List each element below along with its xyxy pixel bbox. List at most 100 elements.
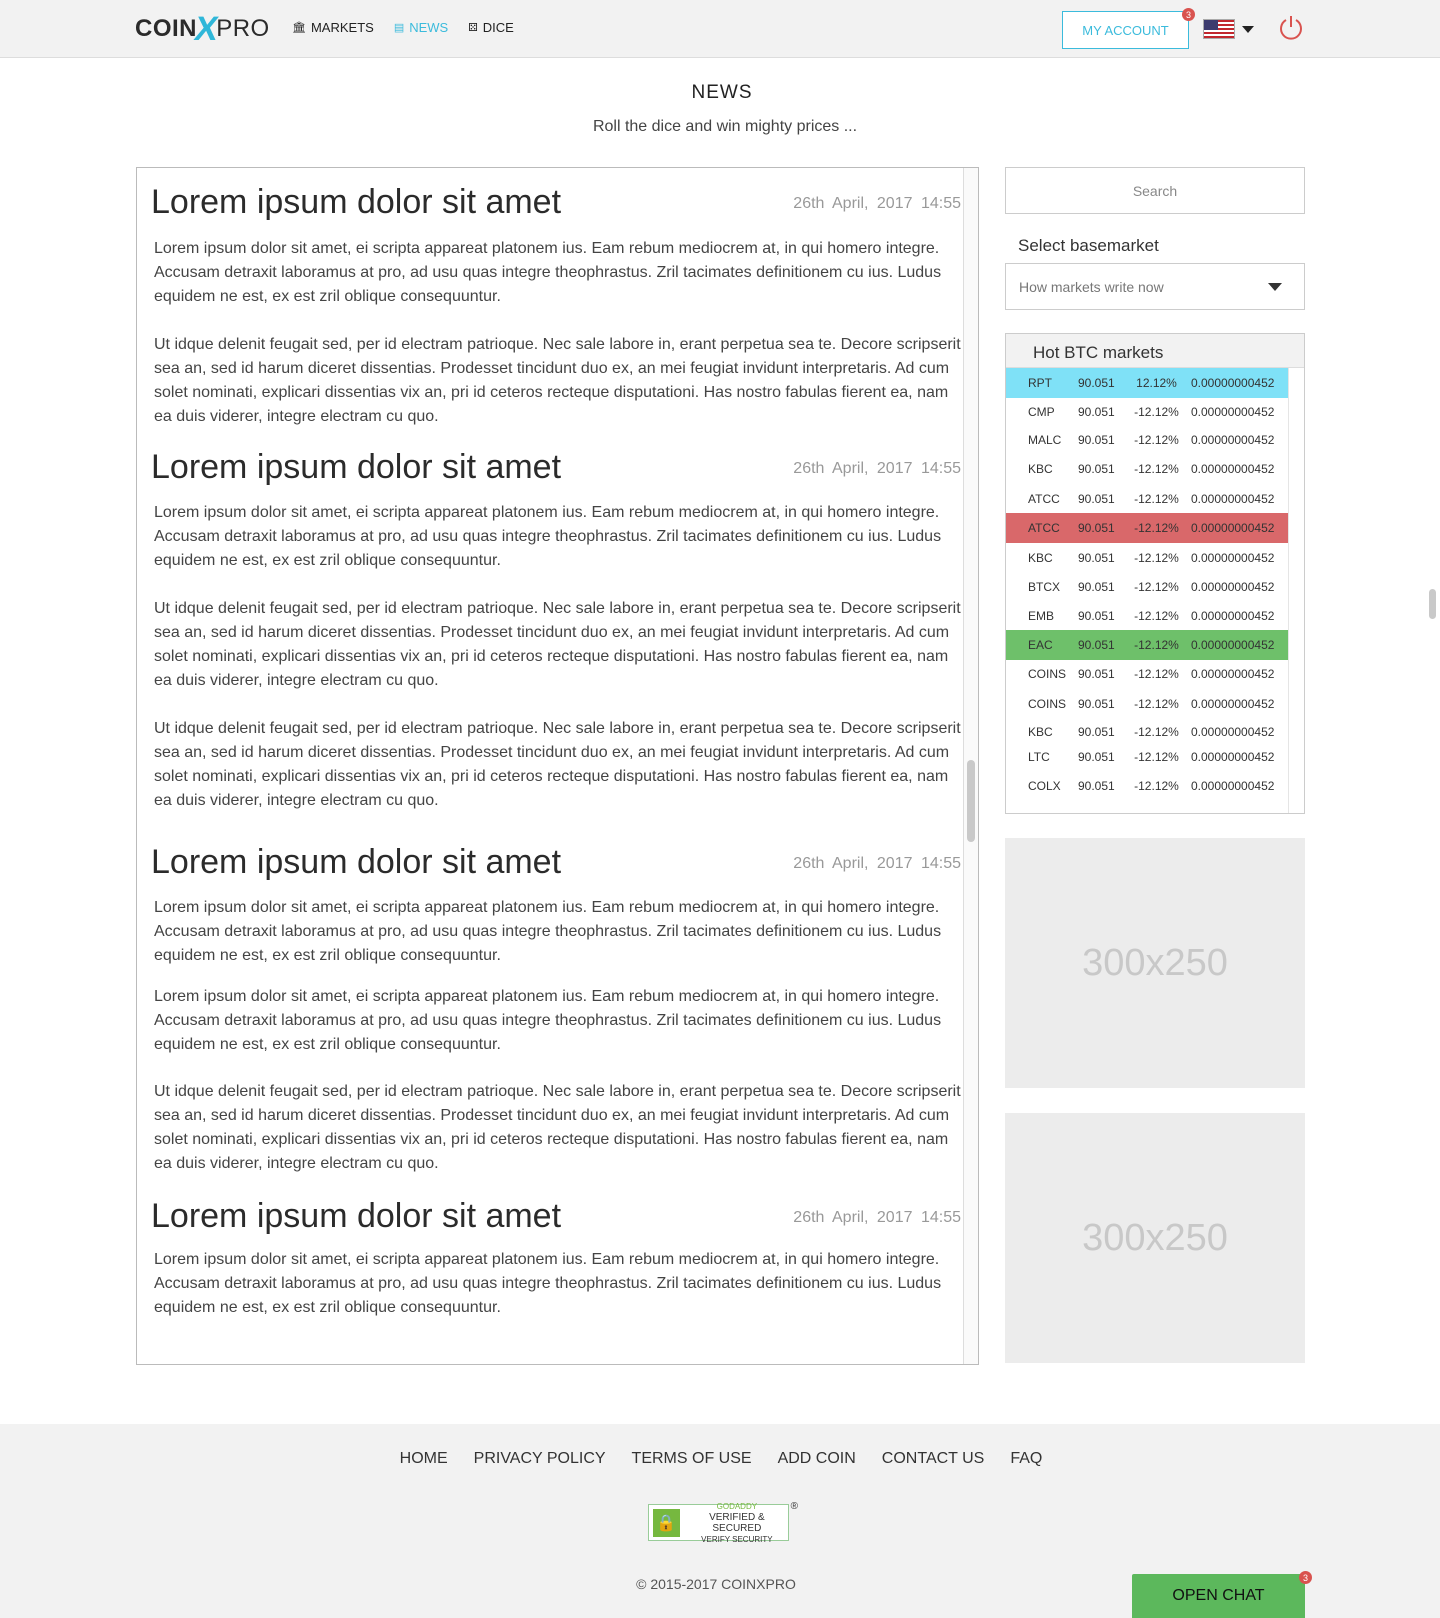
market-volume: 0.00000000452	[1191, 462, 1275, 476]
footer-link-home[interactable]: HOME	[400, 1450, 448, 1468]
nav-news-label: NEWS	[409, 20, 449, 35]
market-row[interactable]: EAC 90.051 -12.12% 0.00000000452	[1006, 630, 1288, 660]
market-price: 90.051	[1078, 779, 1115, 793]
basemarket-label: Select basemarket	[1018, 236, 1159, 255]
lock-icon: 🔒	[653, 1508, 680, 1537]
search-input[interactable]: Search	[1005, 167, 1305, 214]
power-icon[interactable]	[1278, 15, 1304, 41]
footer-link-faq[interactable]: FAQ	[1010, 1450, 1042, 1468]
news-panel: Lorem ipsum dolor sit amet 26th April, 2…	[136, 167, 979, 1365]
market-price: 90.051	[1078, 433, 1115, 447]
main-nav: 🏛 MARKETS ▤ NEWS ⚄ DICE	[292, 20, 514, 35]
my-account-button[interactable]: MY ACCOUNT 3	[1062, 8, 1195, 49]
hot-markets-scrollbar[interactable]	[1288, 368, 1304, 813]
hot-markets-panel: Hot BTC markets RPT 90.051 12.12% 0.0000000…	[1005, 333, 1305, 814]
market-row[interactable]: LTC 90.051 -12.12% 0.00000000452	[1006, 742, 1288, 772]
market-row[interactable]: COINS 90.051 -12.12% 0.00000000452	[1006, 659, 1288, 689]
market-volume: 0.00000000452	[1191, 492, 1275, 506]
news-article: Lorem ipsum dolor sit amet 26th April, 2…	[151, 1197, 961, 1236]
market-row[interactable]: COLX 90.051 -12.12% 0.00000000452	[1006, 771, 1288, 801]
nav-markets-label: MARKETS	[310, 20, 374, 35]
market-row[interactable]: COINS 90.051 -12.12% 0.00000000452	[1006, 689, 1288, 719]
market-price: 90.051	[1078, 521, 1115, 535]
market-change: -12.12%	[1134, 433, 1179, 447]
market-symbol: COINS	[1028, 697, 1067, 711]
footer-link-privacy[interactable]: PRIVACY POLICY	[474, 1450, 606, 1468]
godaddy-security-seal[interactable]: 🔒 GODADDY VERIFIED & SECURED VERIFY SECU…	[648, 1501, 798, 1544]
market-row[interactable]: EMB 90.051 -12.12% 0.00000000452	[1006, 601, 1288, 631]
market-change: -12.12%	[1134, 750, 1179, 764]
my-account-label: MY ACCOUNT	[1082, 22, 1169, 38]
market-row[interactable]: MALC 90.051 -12.12% 0.00000000452	[1006, 425, 1288, 455]
market-change: -12.12%	[1134, 667, 1179, 681]
nav-news[interactable]: ▤ NEWS	[394, 20, 448, 35]
market-price: 90.051	[1078, 462, 1115, 476]
article-paragraph: Lorem ipsum dolor sit amet, ei scripta a…	[154, 1251, 942, 1316]
market-volume: 0.00000000452	[1191, 750, 1275, 764]
market-change: -12.12%	[1134, 580, 1179, 594]
us-flag-icon[interactable]	[1203, 19, 1235, 39]
market-volume: 0.00000000452	[1191, 376, 1275, 390]
ad-placeholder[interactable]: 300x250	[1005, 838, 1305, 1088]
article-paragraph: Ut idque delenit feugait sed, per id ele…	[154, 1083, 961, 1172]
market-row[interactable]: BTCX 90.051 -12.12% 0.00000000452	[1006, 572, 1288, 602]
footer-link-terms[interactable]: TERMS OF USE	[632, 1450, 752, 1468]
market-symbol: EMB	[1028, 609, 1055, 623]
market-change: -12.12%	[1134, 779, 1179, 793]
ad-placeholder[interactable]: 300x250	[1005, 1113, 1305, 1363]
hot-markets-title: Hot BTC markets	[1006, 334, 1304, 368]
market-price: 90.051	[1078, 492, 1115, 506]
market-row[interactable]: KBC 90.051 -12.12% 0.00000000452	[1006, 454, 1288, 484]
seal-line1: VERIFIED & SECURED	[709, 1511, 765, 1534]
market-volume: 0.00000000452	[1191, 433, 1275, 447]
top-navbar: COIN X PRO 🏛 MARKETS ▤ NEWS ⚄ DICE MY AC…	[0, 0, 1440, 58]
market-volume: 0.00000000452	[1191, 667, 1275, 681]
market-row[interactable]: ATCC 90.051 -12.12% 0.00000000452	[1006, 513, 1288, 543]
news-scrollbar-thumb[interactable]	[967, 760, 975, 842]
chat-notification-badge: 3	[1299, 1571, 1312, 1584]
market-change: -12.12%	[1134, 492, 1179, 506]
market-symbol: COINS	[1028, 667, 1067, 681]
registered-mark: ®	[790, 1501, 798, 1512]
market-change: -12.12%	[1134, 551, 1179, 565]
footer-link-contact[interactable]: CONTACT US	[882, 1450, 985, 1468]
market-price: 90.051	[1078, 667, 1115, 681]
market-volume: 0.00000000452	[1191, 521, 1275, 535]
market-row[interactable]: RPT 90.051 12.12% 0.00000000452	[1006, 368, 1288, 398]
coinxpro-logo[interactable]: COIN X PRO	[135, 8, 270, 50]
market-symbol: KBC	[1028, 725, 1053, 739]
market-symbol: ATCC	[1028, 521, 1060, 535]
market-volume: 0.00000000452	[1191, 405, 1275, 419]
footer-link-add-coin[interactable]: ADD COIN	[778, 1450, 856, 1468]
market-change: -12.12%	[1134, 638, 1179, 652]
market-change: -12.12%	[1134, 521, 1179, 535]
article-paragraph: Lorem ipsum dolor sit amet, ei scripta a…	[154, 988, 942, 1053]
market-price: 90.051	[1078, 609, 1115, 623]
article-paragraph: Ut idque delenit feugait sed, per id ele…	[154, 600, 961, 689]
open-chat-button[interactable]: OPEN CHAT 3	[1132, 1571, 1312, 1618]
market-price: 90.051	[1078, 638, 1115, 652]
market-price: 90.051	[1078, 551, 1115, 565]
basemarket-value: How markets write now	[1019, 278, 1164, 295]
nav-dice[interactable]: ⚄ DICE	[468, 20, 514, 35]
nav-markets[interactable]: 🏛 MARKETS	[292, 20, 374, 35]
nav-dice-label: DICE	[482, 20, 514, 35]
market-symbol: CMP	[1028, 405, 1055, 419]
dice-icon: ⚄	[468, 22, 478, 34]
market-row[interactable]: ATCC 90.051 -12.12% 0.00000000452	[1006, 484, 1288, 514]
market-price: 90.051	[1078, 376, 1115, 390]
market-volume: 0.00000000452	[1191, 697, 1275, 711]
hot-markets-scrollbar-thumb[interactable]	[1429, 589, 1436, 619]
page-title: NEWS	[691, 82, 753, 103]
market-change: -12.12%	[1134, 697, 1179, 711]
market-change: -12.12%	[1134, 462, 1179, 476]
footer-links: HOME PRIVACY POLICY TERMS OF USE ADD COI…	[0, 1450, 1440, 1468]
market-row[interactable]: CMP 90.051 -12.12% 0.00000000452	[1006, 397, 1288, 427]
market-volume: 0.00000000452	[1191, 638, 1275, 652]
notification-badge: 3	[1182, 8, 1195, 21]
article-date: 26th April, 2017 14:55	[793, 195, 961, 212]
market-row[interactable]: KBC 90.051 -12.12% 0.00000000452	[1006, 543, 1288, 573]
basemarket-select[interactable]: How markets write now	[1005, 263, 1305, 310]
dropdown-arrow-icon	[1268, 283, 1282, 291]
chevron-down-icon[interactable]	[1242, 26, 1254, 33]
